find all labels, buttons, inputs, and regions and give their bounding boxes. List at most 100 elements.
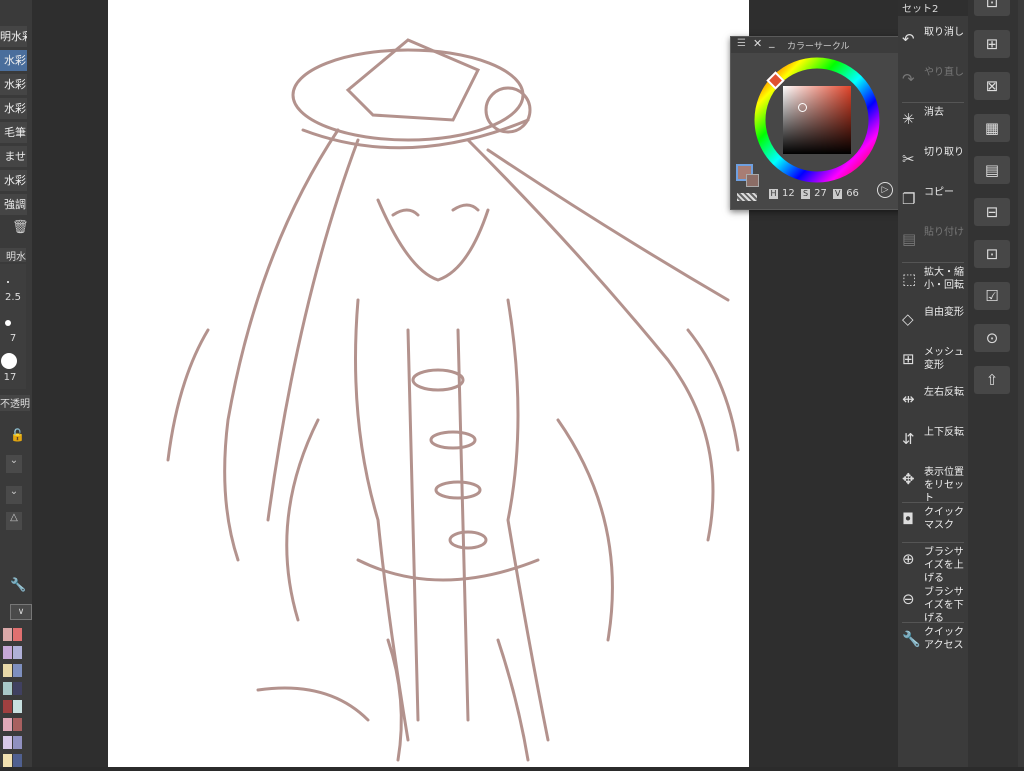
layer-icon[interactable]: ⊡ [974,0,1010,16]
paste-icon: ▤ [902,230,917,248]
palette-swatch[interactable] [13,754,22,767]
opacity-label: 不透明 [0,395,30,411]
command-flip-vertical[interactable]: ⇵ 上下反転 [898,422,968,462]
color-circle-window[interactable]: ☰ ✕ _ カラーサークル H 12 S 27 V 66 ▷ [730,35,903,210]
palette-swatch[interactable] [13,664,22,677]
color-circle-titlebar[interactable]: ☰ ✕ _ カラーサークル [731,35,902,53]
command-reset-view[interactable]: ✥ 表示位置をリセット [898,462,968,504]
command-bar: セット2 ↶ 取り消し ↷ やり直し ✳ 消去 ✂ 切り取り ❐ コピー ▤ 貼り付け ⬚ 拡大・縮小・回… [898,0,968,767]
mesh-transform-icon: ⊞ [902,350,915,368]
trash-icon[interactable]: 🗑 [12,220,29,235]
palette-swatch[interactable] [3,700,12,713]
command-flip-horizontal[interactable]: ⇹ 左右反転 [898,382,968,422]
drawing-canvas[interactable] [108,0,749,767]
brush-item[interactable]: 強調 [0,194,27,215]
transparent-swatch[interactable] [737,193,757,201]
clear-icon: ✳ [902,110,915,128]
palette-swatch[interactable] [13,736,22,749]
palette-swatch[interactable] [3,718,12,731]
command-paste[interactable]: ▤ 貼り付け [898,222,968,262]
brush-item[interactable]: ませ [0,146,27,167]
palette-swatch[interactable] [13,646,22,659]
lock-icon[interactable]: 🔓 [10,428,25,442]
free-transform-icon: ◇ [902,310,914,328]
chevron-down-icon[interactable]: ⌄ [6,486,22,504]
command-label: メッシュ変形 [924,347,964,371]
brush-size-dot-small [7,281,9,283]
h-label: H [769,189,778,199]
grid-icon[interactable]: ⊞ [974,30,1010,58]
palette-swatch[interactable] [13,682,22,695]
palette-swatch[interactable] [3,628,12,641]
command-wrench[interactable]: 🔧 クイックアクセス [898,622,968,662]
palette-swatch[interactable] [3,664,12,677]
copy-icon: ❐ [902,190,916,208]
command-brush-size-down[interactable]: ⊖ ブラシサイズを下げる [898,582,968,624]
command-quick-mask[interactable]: ◘ クイックマスク [898,502,968,542]
play-icon[interactable]: ▷ [877,182,893,198]
brush-item[interactable]: 水彩 [0,74,27,95]
palette-swatch[interactable] [3,736,12,749]
palette-swatch[interactable] [13,628,22,641]
quick-mask-icon: ◘ [902,510,914,528]
checker-icon[interactable]: ▦ [974,114,1010,142]
command-scale-rotate[interactable]: ⬚ 拡大・縮小・回転 [898,262,968,302]
brush-size-up-icon: ⊕ [902,550,915,568]
frame-icon[interactable]: ⊡ [974,240,1010,268]
command-label: 貼り付け [924,227,964,238]
command-label: 自由変形 [924,307,964,318]
command-label: 切り取り [924,147,964,158]
menu-icon[interactable]: ☰ [737,38,746,49]
command-copy[interactable]: ❐ コピー [898,182,968,222]
palette-swatch[interactable] [3,646,12,659]
s-value: 27 [814,188,827,199]
palette-swatch[interactable] [3,682,12,695]
chevron-down-icon[interactable]: ⌄ [6,455,22,473]
palette-swatch[interactable] [13,718,22,731]
brush-item[interactable]: 水彩 [0,50,27,71]
sv-handle[interactable] [798,103,807,112]
brush-size-value: 7 [9,333,17,344]
minimize-icon[interactable]: _ [769,35,775,48]
list-icon[interactable]: ▤ [974,156,1010,184]
command-label: クイックマスク [924,507,964,531]
command-label: 取り消し [924,27,964,38]
command-label: 表示位置をリセット [924,467,964,504]
brush-item[interactable]: 明水彩 [0,26,27,47]
command-label: コピー [924,187,954,198]
box-icon[interactable]: ⊟ [974,198,1010,226]
palette-swatch[interactable] [13,700,22,713]
command-undo[interactable]: ↶ 取り消し [898,22,968,62]
command-clear[interactable]: ✳ 消去 [898,102,968,142]
brush-size-list[interactable]: 2.5 7 17 [0,264,26,389]
figure-icon[interactable]: ⇧ [974,366,1010,394]
right-edge-panel [1018,0,1024,767]
hsv-readout: H 12 S 27 V 66 [769,188,859,199]
brush-size-value: 17 [3,372,17,383]
command-free-transform[interactable]: ◇ 自由変形 [898,302,968,342]
target-icon[interactable]: ⊙ [974,324,1010,352]
command-scissors[interactable]: ✂ 切り取り [898,142,968,182]
sub-color-swatch[interactable] [746,174,759,187]
command-label: 左右反転 [924,387,964,398]
brush-item[interactable]: 毛筆 [0,122,27,143]
triangle-icon[interactable]: △ [6,512,22,530]
s-label: S [801,189,811,199]
command-redo[interactable]: ↷ やり直し [898,62,968,102]
command-mesh-transform[interactable]: ⊞ メッシュ変形 [898,342,968,382]
close-box-icon[interactable]: ⊠ [974,72,1010,100]
flip-horizontal-icon: ⇹ [902,390,915,408]
command-brush-size-up[interactable]: ⊕ ブラシサイズを上げる [898,542,968,584]
brush-item[interactable]: 水彩 [0,170,27,191]
palette-swatch[interactable] [3,754,12,767]
wrench-icon[interactable]: 🔧 [10,578,26,593]
check-icon[interactable]: ☑ [974,282,1010,310]
redo-icon: ↷ [902,70,915,88]
close-icon[interactable]: ✕ [753,37,762,50]
brush-item[interactable]: 水彩 [0,98,27,119]
hue-ring[interactable] [751,54,883,186]
palette-dropdown[interactable]: ∨ [10,604,32,620]
brush-size-dot-medium [5,320,11,326]
scale-rotate-icon: ⬚ [902,270,917,288]
command-label: 消去 [924,107,944,118]
